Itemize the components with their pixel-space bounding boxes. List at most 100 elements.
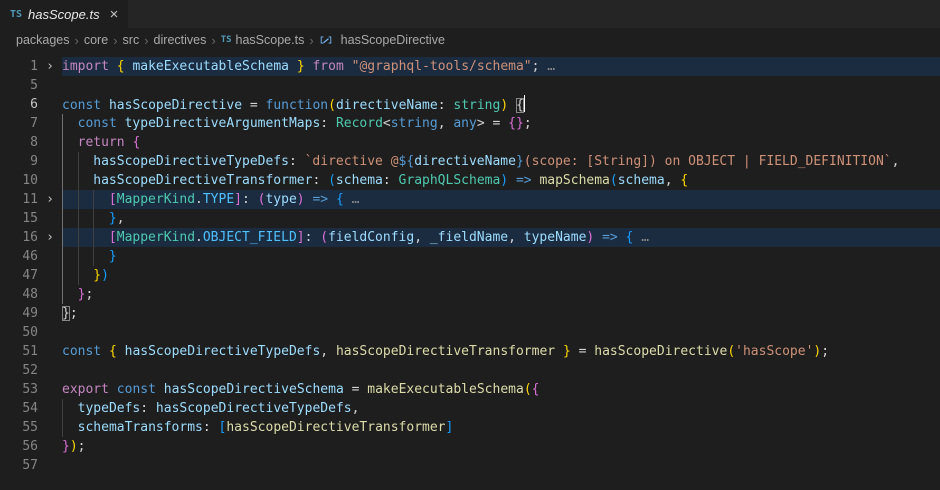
code-token: , (414, 230, 430, 245)
typescript-file-icon: TS (221, 35, 232, 45)
code-content[interactable] (62, 323, 940, 342)
code-token (109, 382, 117, 397)
code-token (594, 230, 602, 245)
line-number: 7 (0, 114, 38, 133)
code-token: … (539, 59, 555, 74)
code-token: ${ (399, 154, 415, 169)
code-content[interactable]: typeDefs: hasScopeDirectiveTypeDefs, (62, 399, 940, 418)
code-token: , (352, 401, 360, 416)
breadcrumb-item-directives[interactable]: directives (154, 33, 207, 47)
code-token: {} (508, 116, 524, 131)
code-token: ) (297, 192, 305, 207)
code-line-54[interactable]: 54typeDefs: hasScopeDirectiveTypeDefs, (0, 399, 940, 418)
fold-chevron-icon[interactable]: › (38, 190, 62, 209)
code-content[interactable]: return { (62, 133, 940, 152)
fold-chevron-icon[interactable]: › (38, 57, 62, 76)
chevron-separator-icon: › (144, 33, 148, 48)
code-token: > = (477, 116, 508, 131)
code-content[interactable]: schemaTransforms: [hasScopeDirectiveTran… (62, 418, 940, 437)
code-content[interactable]: }; (62, 285, 940, 304)
line-number: 5 (0, 76, 38, 95)
line-number: 46 (0, 247, 38, 266)
indent-guide (78, 247, 94, 266)
code-line-5[interactable]: 5 (0, 76, 940, 95)
code-content[interactable] (62, 456, 940, 475)
code-content[interactable]: const { hasScopeDirectiveTypeDefs, hasSc… (62, 342, 940, 361)
code-token: ] (234, 192, 242, 207)
code-content[interactable]: } (62, 247, 940, 266)
line-number: 51 (0, 342, 38, 361)
code-line-52[interactable]: 52 (0, 361, 940, 380)
code-line-47[interactable]: 47}) (0, 266, 940, 285)
code-content[interactable]: import { makeExecutableSchema } from "@g… (62, 57, 940, 76)
close-icon[interactable]: × (110, 7, 119, 22)
code-line-7[interactable]: 7 const typeDirectiveArgumentMaps: Record… (0, 114, 940, 133)
code-token: schema (336, 173, 383, 188)
code-line-56[interactable]: 56}); (0, 437, 940, 456)
breadcrumb-item-packages[interactable]: packages (16, 33, 70, 47)
code-line-6[interactable]: 6const hasScopeDirective = function(dire… (0, 95, 940, 114)
line-number: 9 (0, 152, 38, 171)
code-editor[interactable]: 1›import { makeExecutableSchema } from "… (0, 52, 940, 475)
fold-column (38, 304, 62, 323)
code-line-46[interactable]: 46} (0, 247, 940, 266)
breadcrumb-item-core[interactable]: core (84, 33, 108, 47)
code-token (117, 116, 125, 131)
code-content[interactable]: hasScopeDirectiveTransformer: (schema: G… (62, 171, 940, 190)
fold-column (38, 247, 62, 266)
code-content[interactable]: }) (62, 266, 940, 285)
code-content[interactable]: [MapperKind.OBJECT_FIELD]: (fieldConfig,… (62, 228, 940, 247)
code-content[interactable]: hasScopeDirectiveTypeDefs: `directive @$… (62, 152, 940, 171)
code-line-48[interactable]: 48}; (0, 285, 940, 304)
code-token (555, 344, 563, 359)
code-content[interactable]: }, (62, 209, 940, 228)
gutter: 16› (0, 228, 62, 247)
code-content[interactable]: }; (62, 304, 940, 323)
code-token: , (508, 230, 524, 245)
code-line-9[interactable]: 9 hasScopeDirectiveTypeDefs: `directive @… (0, 152, 940, 171)
code-line-55[interactable]: 55schemaTransforms: [hasScopeDirectiveTr… (0, 418, 940, 437)
code-token: : (320, 116, 336, 131)
code-content[interactable]: const typeDirectiveArgumentMaps: Record<… (62, 114, 940, 133)
code-token: { (516, 98, 524, 113)
code-line-8[interactable]: 8return { (0, 133, 940, 152)
code-content[interactable]: }); (62, 437, 940, 456)
code-line-15[interactable]: 15}, (0, 209, 940, 228)
code-line-51[interactable]: 51 const { hasScopeDirectiveTypeDefs, has… (0, 342, 940, 361)
code-token: , (892, 154, 900, 169)
code-token: hasScopeDirectiveSchema (164, 382, 344, 397)
line-number: 56 (0, 437, 38, 456)
code-token: makeExecutableSchema (367, 382, 524, 397)
code-content[interactable] (62, 76, 940, 95)
tab-bar: TS hasScope.ts × (0, 0, 940, 28)
code-token: `directive @ (305, 154, 399, 169)
fold-chevron-icon[interactable]: › (38, 228, 62, 247)
code-token: const (78, 116, 117, 131)
code-line-50[interactable]: 50 (0, 323, 940, 342)
indent-guide (62, 152, 78, 171)
breadcrumb-item-file[interactable]: TS hasScope.ts (221, 33, 305, 47)
code-token: hasScopeDirectiveTypeDefs (156, 401, 352, 416)
gutter: 50 (0, 323, 62, 342)
breadcrumb-item-src[interactable]: src (123, 33, 140, 47)
code-token: … (633, 230, 649, 245)
code-line-16[interactable]: 16›[MapperKind.OBJECT_FIELD]: (fieldConf… (0, 228, 940, 247)
code-line-53[interactable]: 53export const hasScopeDirectiveSchema =… (0, 380, 940, 399)
code-content[interactable]: const hasScopeDirective = function(direc… (62, 95, 940, 114)
code-line-11[interactable]: 11›[MapperKind.TYPE]: (type) => { … (0, 190, 940, 209)
fold-column (38, 418, 62, 437)
indent-guide (62, 228, 78, 247)
breadcrumb-item-symbol[interactable]: hasScopeDirective (319, 33, 445, 47)
code-token: { (132, 135, 140, 150)
code-content[interactable]: [MapperKind.TYPE]: (type) => { … (62, 190, 940, 209)
fold-column (38, 380, 62, 399)
code-line-57[interactable]: 57 (0, 456, 940, 475)
tab-hasscope[interactable]: TS hasScope.ts × (0, 0, 128, 28)
code-content[interactable]: export const hasScopeDirectiveSchema = m… (62, 380, 940, 399)
code-line-10[interactable]: 10hasScopeDirectiveTransformer: (schema:… (0, 171, 940, 190)
line-number: 49 (0, 304, 38, 323)
code-line-1[interactable]: 1›import { makeExecutableSchema } from "… (0, 57, 940, 76)
code-content[interactable] (62, 361, 940, 380)
code-line-49[interactable]: 49}; (0, 304, 940, 323)
code-token: import (62, 59, 109, 74)
